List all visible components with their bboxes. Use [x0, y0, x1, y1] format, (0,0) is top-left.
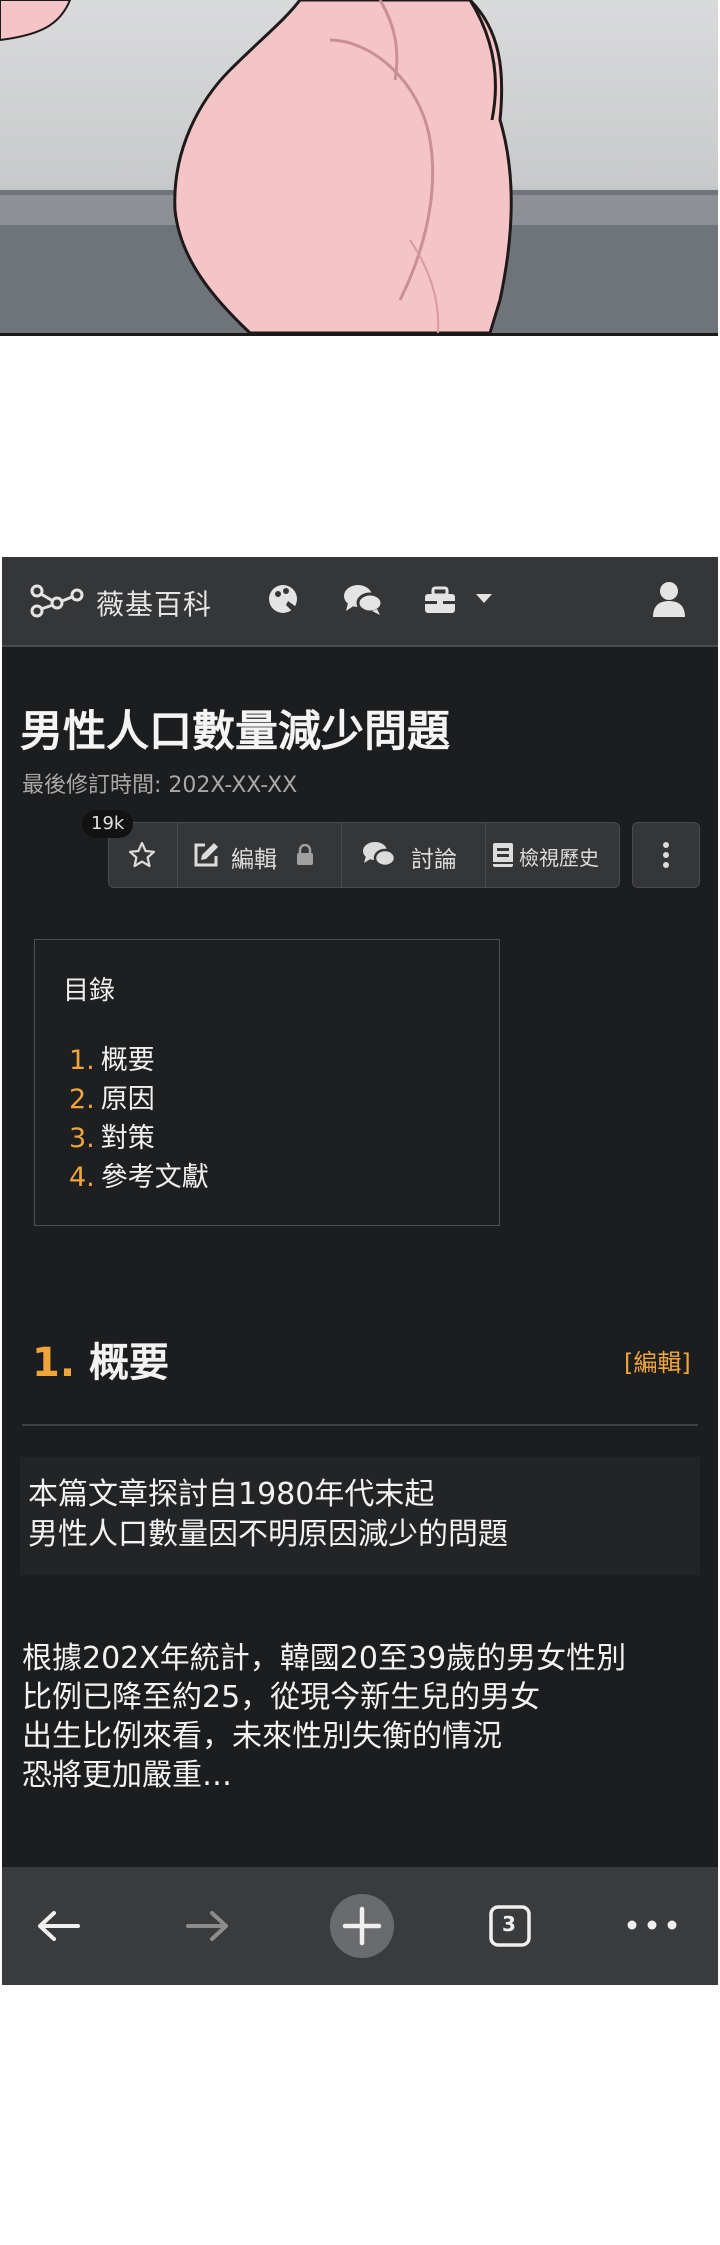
new-tab-button[interactable] — [324, 1867, 400, 1985]
page-title: 男性人口數量減少問題 — [20, 707, 450, 757]
discuss-button-label: 討論 — [411, 847, 457, 873]
toc-item[interactable]: 3. 對策 — [69, 1116, 155, 1155]
more-icon — [627, 1920, 677, 1930]
chat-icon[interactable] — [342, 579, 384, 623]
paragraph-line: 比例已降至約25，從現今新生兒的男女 — [22, 1680, 541, 1715]
tabs-button[interactable]: 3 — [472, 1867, 548, 1985]
comic-panel-illustration — [0, 0, 718, 336]
edit-button-label: 編輯 — [231, 847, 277, 873]
vertical-dots-icon — [663, 842, 669, 868]
table-of-contents: 目錄 1. 概要 2. 原因 3. 對策 4. 參考文獻 — [34, 939, 500, 1226]
book-icon — [493, 843, 513, 867]
tab-count: 3 — [502, 1912, 516, 1936]
section-edit-link[interactable]: [編輯] — [624, 1343, 691, 1378]
caret-down-icon[interactable] — [474, 591, 494, 610]
paragraph-line: 出生比例來看，未來性別失衡的情況 — [22, 1719, 502, 1754]
summary-line: 本篇文章探討自1980年代末起 — [28, 1477, 435, 1512]
last-modified: 最後修訂時間: 202X-XX-XX — [22, 773, 298, 798]
star-icon — [128, 841, 156, 868]
paragraph-line: 恐將更加嚴重… — [22, 1758, 232, 1793]
toc-item-number: 4. — [69, 1162, 95, 1193]
toc-item[interactable]: 2. 原因 — [69, 1077, 155, 1116]
new-tab-icon — [330, 1894, 394, 1958]
toc-item[interactable]: 1. 概要 — [69, 1038, 155, 1077]
forward-button[interactable] — [170, 1867, 246, 1985]
history-button[interactable]: 檢視歷史 — [485, 823, 619, 887]
brand-name[interactable]: 薇基百科 — [96, 583, 212, 623]
back-arrow-icon — [38, 1911, 80, 1941]
lock-icon — [297, 844, 313, 865]
article-action-bar: 編輯 討論 檢視歷史 — [108, 822, 620, 888]
history-button-label: 檢視歷史 — [519, 846, 599, 870]
browser-bottom-bar: 3 — [2, 1867, 718, 1985]
toc-item-label: 參考文獻 — [100, 1162, 209, 1193]
toc-item-number: 3. — [69, 1123, 95, 1154]
summary-line: 男性人口數量因不明原因減少的問題 — [28, 1517, 508, 1552]
toc-item[interactable]: 4. 參考文獻 — [69, 1155, 209, 1194]
edit-button[interactable]: 編輯 — [177, 823, 342, 887]
back-button[interactable] — [20, 1867, 96, 1985]
discuss-button[interactable]: 討論 — [341, 823, 486, 887]
menu-button[interactable] — [612, 1867, 692, 1985]
section-divider — [22, 1424, 698, 1426]
view-count-badge: 19k — [82, 810, 134, 838]
summary-block: 本篇文章探討自1980年代末起 男性人口數量因不明原因減少的問題 — [20, 1457, 700, 1575]
toc-item-label: 原因 — [100, 1084, 155, 1115]
paragraph-line: 根據202X年統計，韓國20至39歲的男女性別 — [22, 1641, 627, 1676]
section-number: 1. — [32, 1340, 76, 1386]
edit-icon — [194, 843, 218, 867]
phone-screen: 薇基百科 男性人口數量減少問題 最後修訂時間: 202X-XX-XX 編輯 討論… — [2, 557, 718, 1985]
user-icon[interactable] — [650, 579, 688, 623]
toc-item-label: 對策 — [100, 1123, 155, 1154]
app-header: 薇基百科 — [2, 557, 718, 647]
more-options-button[interactable] — [632, 822, 700, 888]
palette-icon[interactable] — [266, 579, 302, 623]
toc-item-label: 概要 — [100, 1045, 155, 1076]
forward-arrow-icon — [186, 1911, 228, 1941]
section-title: 概要 — [89, 1340, 170, 1386]
toolbox-icon[interactable] — [422, 579, 458, 623]
discuss-icon — [363, 842, 397, 868]
comic-artwork — [0, 0, 718, 333]
logo-icon[interactable] — [30, 583, 84, 623]
toc-item-number: 2. — [69, 1084, 95, 1115]
section-heading: 1. 概要 — [32, 1330, 169, 1388]
toc-item-number: 1. — [69, 1045, 95, 1076]
toc-title: 目錄 — [63, 976, 116, 1006]
